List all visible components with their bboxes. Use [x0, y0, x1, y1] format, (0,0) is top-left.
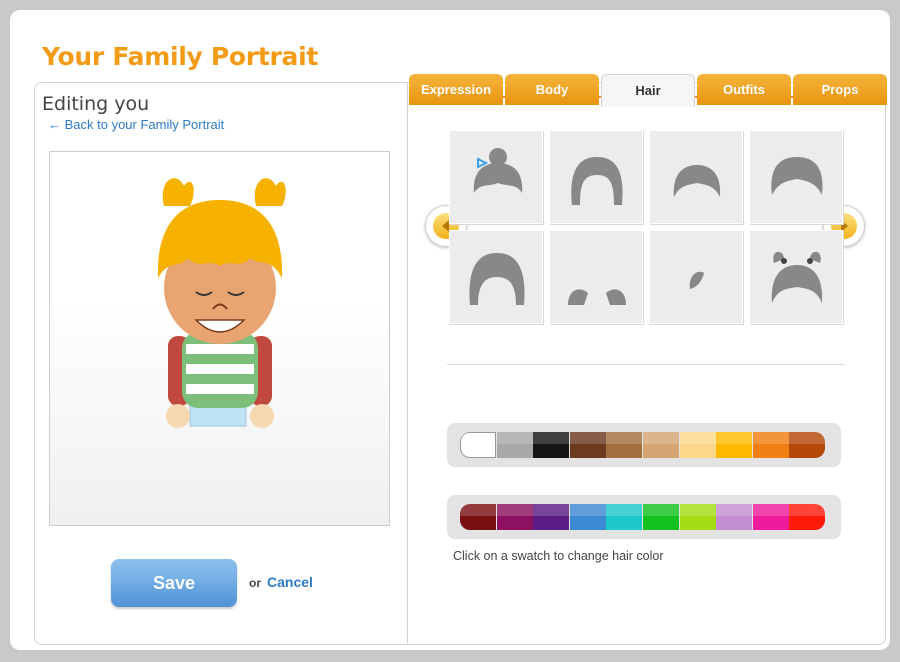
- hair-color-swatch[interactable]: [643, 432, 679, 458]
- save-button[interactable]: Save: [111, 559, 237, 607]
- hair-color-swatch[interactable]: [679, 432, 716, 458]
- section-divider: [447, 364, 845, 365]
- tab-body[interactable]: Body: [505, 74, 599, 105]
- tab-hair[interactable]: Hair: [601, 74, 695, 107]
- hair-color-swatch[interactable]: [569, 504, 606, 530]
- preview-panel: Editing you ← Back to your Family Portra…: [35, 83, 408, 644]
- hair-color-swatch[interactable]: [679, 504, 716, 530]
- hair-color-swatch[interactable]: [752, 432, 789, 458]
- hair-color-swatch[interactable]: [716, 504, 753, 530]
- editor-panel: Editing you ← Back to your Family Portra…: [34, 74, 887, 645]
- tab-outfits[interactable]: Outfits: [697, 74, 791, 105]
- tab-bar: Expression Body Hair Outfits Props: [409, 74, 887, 107]
- hair-bob-icon[interactable]: [749, 130, 843, 224]
- hair-color-swatch[interactable]: [496, 504, 533, 530]
- hair-style-grid: [449, 130, 847, 326]
- or-text: or: [249, 576, 261, 590]
- cancel-link[interactable]: Cancel: [267, 574, 313, 590]
- hair-color-swatch[interactable]: [606, 432, 643, 458]
- swatch-hint: Click on a swatch to change hair color: [453, 549, 664, 563]
- hair-color-swatch[interactable]: [606, 504, 643, 530]
- hair-color-swatch[interactable]: [752, 504, 789, 530]
- editing-heading: Editing you: [42, 93, 150, 115]
- hair-color-swatch[interactable]: [643, 504, 679, 530]
- hair-color-swatch[interactable]: [460, 432, 496, 458]
- main-card: Your Family Portrait Editing you ← Back …: [10, 10, 890, 650]
- customize-panel: Expression Body Hair Outfits Props Click…: [409, 74, 887, 644]
- page-title: Your Family Portrait: [42, 42, 318, 71]
- hair-long-straight-icon[interactable]: [549, 130, 643, 224]
- hair-color-swatch[interactable]: [569, 432, 606, 458]
- hair-color-swatch[interactable]: [533, 504, 570, 530]
- hair-short-icon[interactable]: [649, 130, 743, 224]
- hair-bun-with-bow-icon[interactable]: [449, 130, 543, 224]
- back-to-portrait-link[interactable]: ← Back to your Family Portrait: [48, 117, 224, 132]
- hair-side-tufts-icon[interactable]: [549, 230, 643, 324]
- tab-props[interactable]: Props: [793, 74, 887, 105]
- hair-color-swatch[interactable]: [460, 504, 496, 530]
- hair-color-swatch[interactable]: [716, 432, 753, 458]
- hair-color-swatch[interactable]: [533, 432, 570, 458]
- hair-color-row-2: [447, 495, 841, 539]
- avatar-preview: [49, 151, 390, 526]
- hair-color-row-1: [447, 423, 841, 467]
- avatar-character: [157, 178, 286, 428]
- hair-single-tuft-icon[interactable]: [649, 230, 743, 324]
- tab-expression[interactable]: Expression: [409, 74, 503, 105]
- hair-color-swatch[interactable]: [496, 432, 533, 458]
- hair-color-swatch[interactable]: [789, 504, 826, 530]
- hair-color-swatch[interactable]: [789, 432, 826, 458]
- hair-bouffant-icon[interactable]: [449, 230, 543, 324]
- hair-pigtails-icon[interactable]: [749, 230, 843, 324]
